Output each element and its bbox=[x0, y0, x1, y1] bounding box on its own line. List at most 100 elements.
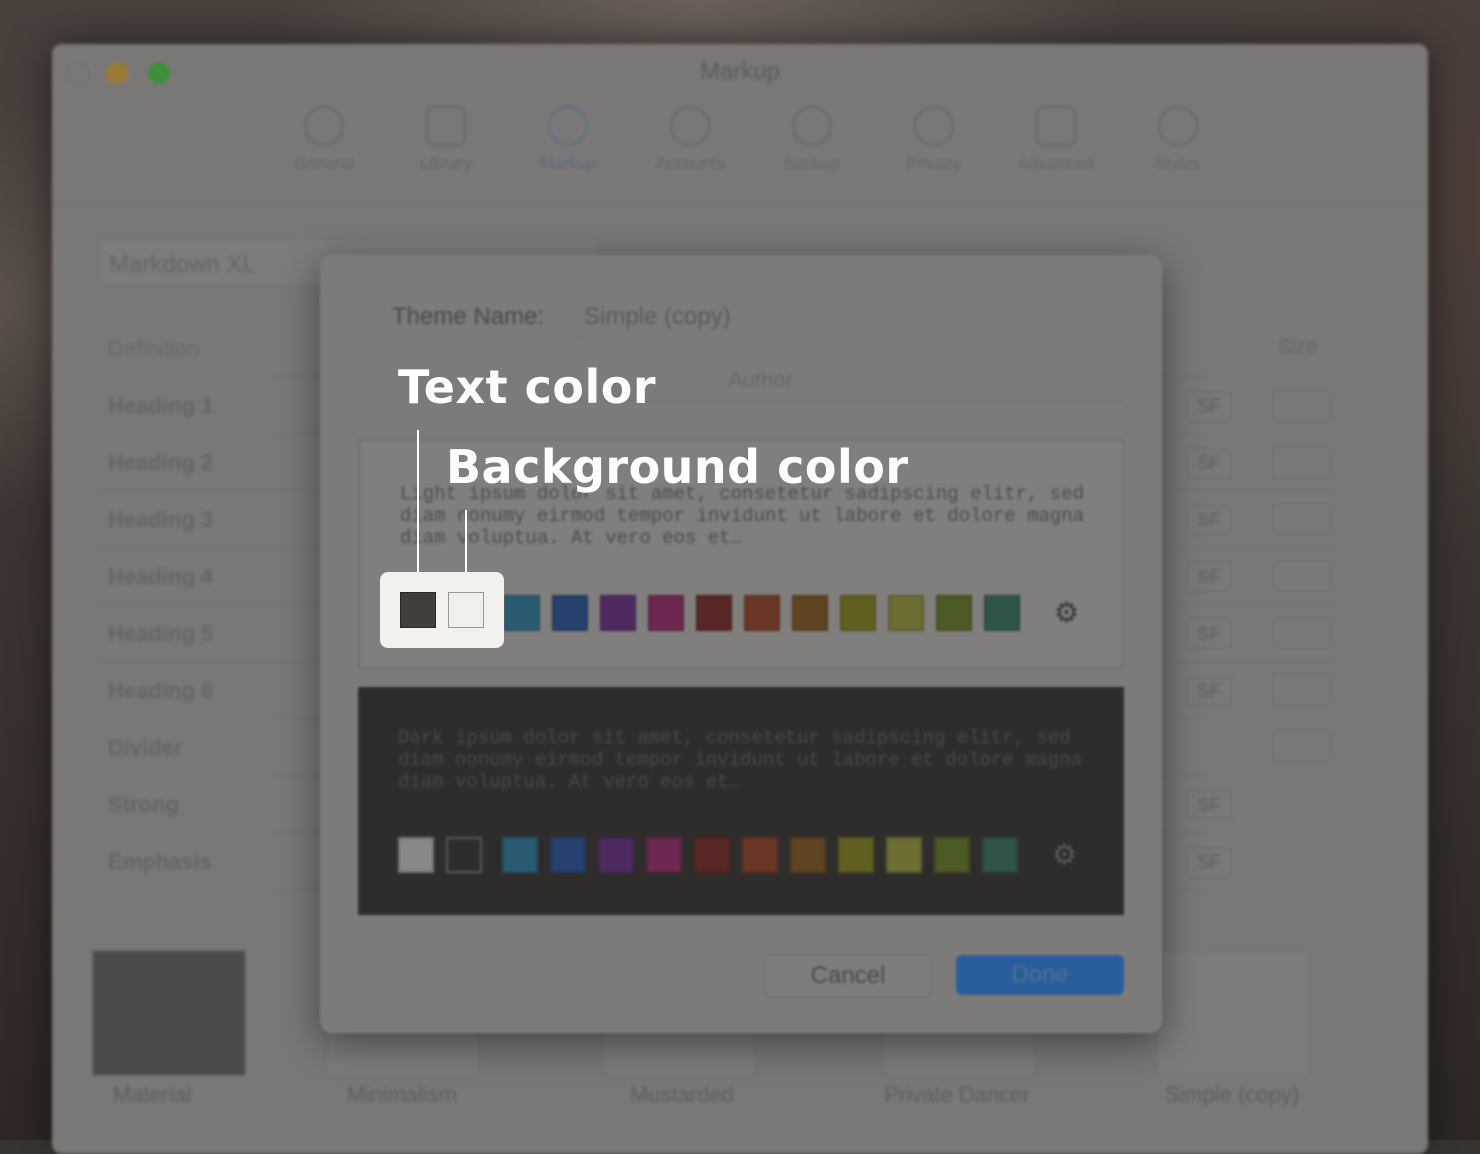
size-column-header: Size bbox=[1278, 336, 1317, 358]
font-button[interactable]: SF bbox=[1186, 391, 1232, 421]
definition-label: Divider bbox=[108, 735, 183, 760]
accent-swatch-blue[interactable] bbox=[552, 595, 588, 631]
tab-privacy[interactable]: Privacy bbox=[892, 106, 976, 174]
preferences-toolbar: General Library Markup Accounts Backup P… bbox=[282, 106, 1220, 174]
tab-styles[interactable]: Styles bbox=[1136, 106, 1220, 174]
background-color-callout-line bbox=[465, 510, 467, 572]
definition-label: Heading 6 bbox=[108, 678, 214, 703]
gear-icon bbox=[304, 106, 344, 146]
tab-general[interactable]: General bbox=[282, 106, 366, 174]
dark-background-color-swatch[interactable] bbox=[446, 837, 482, 873]
theme-name: Simple (copy) bbox=[1164, 1082, 1300, 1107]
tab-label: Backup bbox=[783, 154, 841, 173]
dark-text-color-swatch[interactable] bbox=[398, 837, 434, 873]
accent-swatch-cyan[interactable] bbox=[502, 837, 538, 873]
size-field[interactable] bbox=[1272, 674, 1332, 706]
theme-name: Minimalism bbox=[347, 1082, 457, 1107]
size-field[interactable] bbox=[1272, 389, 1332, 421]
definition-column-header: Definition bbox=[108, 336, 200, 361]
font-button[interactable]: SF bbox=[1186, 448, 1232, 478]
accent-swatch-olive[interactable] bbox=[838, 837, 874, 873]
font-button[interactable]: SF bbox=[1186, 562, 1232, 592]
font-button[interactable]: SF bbox=[1186, 619, 1232, 649]
theme-thumbnail-simple-copy[interactable] bbox=[1156, 950, 1310, 1076]
backup-icon bbox=[792, 106, 832, 146]
tab-label: Accounts bbox=[655, 154, 725, 173]
font-button[interactable]: SF bbox=[1186, 790, 1232, 820]
font-button[interactable]: SF bbox=[1186, 847, 1232, 877]
size-field[interactable] bbox=[1272, 446, 1332, 478]
definition-label: Strong bbox=[108, 792, 179, 817]
background-color-swatch[interactable] bbox=[448, 592, 484, 628]
dark-theme-preview: Dark ipsum dolor sit amet, consetetur sa… bbox=[358, 687, 1124, 915]
definition-label: Heading 4 bbox=[108, 564, 214, 589]
theme-name: Material bbox=[112, 1082, 192, 1107]
accent-swatch-green[interactable] bbox=[936, 595, 972, 631]
theme-name-label: Theme Name: bbox=[392, 303, 545, 330]
accent-swatch-purple[interactable] bbox=[598, 837, 634, 873]
size-field[interactable] bbox=[1272, 503, 1332, 535]
gear-icon[interactable]: ⚙ bbox=[1054, 599, 1079, 627]
tab-advanced[interactable]: Advanced bbox=[1014, 106, 1098, 174]
dark-color-swatches bbox=[398, 837, 1018, 873]
theme-name: Mustarded bbox=[630, 1082, 734, 1107]
author-field[interactable]: Author bbox=[578, 361, 1122, 401]
privacy-icon bbox=[914, 106, 954, 146]
text-color-callout: Text color bbox=[398, 360, 657, 414]
highlighted-swatch-group bbox=[380, 572, 504, 648]
accent-swatch-red[interactable] bbox=[696, 595, 732, 631]
background-color-callout: Background color bbox=[446, 440, 909, 494]
styles-icon bbox=[1158, 106, 1198, 146]
font-button[interactable]: SF bbox=[1186, 505, 1232, 535]
accent-swatch-teal[interactable] bbox=[984, 595, 1020, 631]
done-button[interactable]: Done bbox=[956, 955, 1124, 995]
definition-label: Emphasis bbox=[108, 849, 212, 874]
accent-swatch-brown[interactable] bbox=[790, 837, 826, 873]
font-button[interactable]: SF bbox=[1186, 676, 1232, 706]
tab-label: Advanced bbox=[1018, 154, 1094, 173]
gear-icon[interactable]: ⚙ bbox=[1052, 841, 1077, 869]
accent-swatch-blue[interactable] bbox=[550, 837, 586, 873]
definition-label: Heading 3 bbox=[108, 507, 214, 532]
accent-swatch-purple[interactable] bbox=[600, 595, 636, 631]
accent-swatch-cyan[interactable] bbox=[504, 595, 540, 631]
tab-label: Privacy bbox=[906, 154, 962, 173]
accent-swatch-orange[interactable] bbox=[742, 837, 778, 873]
accent-swatch-olive[interactable] bbox=[840, 595, 876, 631]
tab-label: Markup bbox=[539, 154, 597, 173]
tab-label: Library bbox=[420, 154, 472, 173]
markup-icon bbox=[548, 106, 588, 146]
tab-backup[interactable]: Backup bbox=[770, 106, 854, 174]
tab-label: Styles bbox=[1154, 154, 1202, 173]
theme-name-field[interactable]: Simple (copy) bbox=[578, 295, 1122, 339]
tab-label: General bbox=[293, 154, 355, 173]
window-title: Markup bbox=[699, 58, 781, 85]
size-field[interactable] bbox=[1272, 560, 1332, 592]
accent-swatch-red[interactable] bbox=[694, 837, 730, 873]
tab-library[interactable]: Library bbox=[404, 106, 488, 174]
size-field[interactable] bbox=[1272, 617, 1332, 649]
tab-accounts[interactable]: Accounts bbox=[648, 106, 732, 174]
advanced-icon bbox=[1036, 106, 1076, 146]
definition-label: Heading 5 bbox=[108, 621, 214, 646]
accounts-icon bbox=[670, 106, 710, 146]
accent-swatch-teal[interactable] bbox=[982, 837, 1018, 873]
dark-preview-text: Dark ipsum dolor sit amet, consetetur sa… bbox=[398, 727, 1083, 793]
accent-swatch-yellow[interactable] bbox=[888, 595, 924, 631]
accent-swatch-pink[interactable] bbox=[646, 837, 682, 873]
accent-swatch-green[interactable] bbox=[934, 837, 970, 873]
size-field[interactable] bbox=[1272, 731, 1332, 763]
accent-swatch-pink[interactable] bbox=[648, 595, 684, 631]
toolbar-divider bbox=[52, 204, 1428, 205]
tab-markup[interactable]: Markup bbox=[526, 106, 610, 174]
cancel-button[interactable]: Cancel bbox=[764, 955, 932, 997]
text-color-callout-line bbox=[417, 430, 419, 572]
theme-thumbnail-material[interactable] bbox=[92, 950, 246, 1076]
accent-swatch-yellow[interactable] bbox=[886, 837, 922, 873]
library-icon bbox=[426, 106, 466, 146]
accent-swatch-orange[interactable] bbox=[744, 595, 780, 631]
text-color-swatch[interactable] bbox=[400, 592, 436, 628]
definition-label: Heading 2 bbox=[108, 450, 214, 475]
accent-swatch-brown[interactable] bbox=[792, 595, 828, 631]
definition-label: Heading 1 bbox=[108, 393, 214, 418]
